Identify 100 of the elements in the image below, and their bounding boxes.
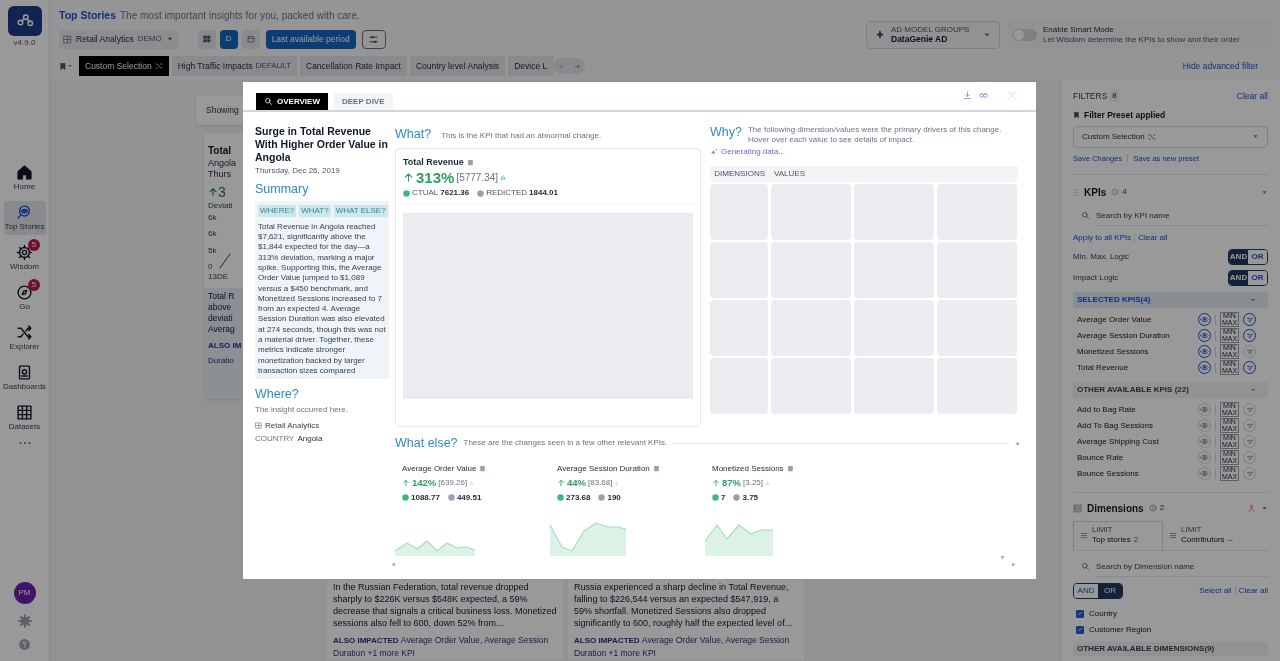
logic-label: Impact Logic [1073, 271, 1119, 284]
view-mode-button[interactable] [197, 29, 216, 49]
drag-handle-icon[interactable] [1073, 187, 1079, 197]
up-arrow-icon [208, 187, 218, 197]
preset-tab[interactable]: Device L [508, 56, 554, 76]
period-button[interactable]: Last available period [265, 29, 356, 49]
logic-toggle[interactable]: OR [1098, 583, 1122, 598]
settings-button[interactable] [361, 29, 386, 49]
filter-icon [1245, 453, 1254, 462]
left-arrow-icon[interactable] [557, 62, 565, 70]
section-heading: What? [395, 126, 432, 143]
logic-toggle[interactable]: AND [1229, 270, 1248, 285]
close-icon[interactable] [1007, 89, 1018, 101]
delta-value: [639.26] [438, 476, 468, 489]
scroll-up-icon[interactable] [1015, 440, 1020, 446]
checkbox[interactable] [1076, 609, 1084, 618]
user-avatar[interactable]: PM [13, 582, 36, 604]
section-heading: What else? [395, 434, 458, 452]
nav-item[interactable]: Datasets [3, 401, 46, 435]
settings-icon[interactable] [17, 614, 32, 628]
download-icon[interactable] [963, 90, 972, 100]
toggle-description: Let Wisdom determine the KPIs to show and their order [1043, 35, 1240, 45]
section-description: The insight occurred here. [255, 403, 349, 416]
clear-all-link[interactable]: Clear all [1236, 90, 1268, 103]
group-header[interactable]: SELECTED KPIS(4) [1073, 291, 1268, 308]
actual-icon [402, 494, 409, 502]
logic-toggle[interactable]: OR [1248, 249, 1267, 264]
hide-filter-link[interactable]: Hide advanced filter [1182, 59, 1258, 73]
kpi-name: Bounce Rate [1077, 451, 1125, 464]
story-summary: Russia experienced a sharp decline in Total Revenue, falling to $226,544 versus an expected $547,919, a 59% shortfall. Monetized Sessions also dropped significantly to 600, roughly half the expected level of... [574, 581, 794, 629]
nav-item[interactable]: Home [3, 161, 46, 195]
right-arrow-icon[interactable] [573, 62, 581, 70]
search-field[interactable]: Search by Dimension name [1096, 556, 1268, 577]
scroll-left-icon[interactable] [391, 561, 396, 567]
preset-tab[interactable]: Cancellation Rate Impact [300, 56, 407, 76]
sliders-icon [368, 33, 380, 45]
branch-icon[interactable] [1247, 503, 1256, 513]
kpi-name: Average Order Value [1077, 313, 1153, 326]
view-mode-button[interactable] [241, 29, 260, 49]
nav-item[interactable]: Explorer [3, 321, 46, 355]
limit-label: LIMIT [1092, 525, 1114, 535]
dialog-tab[interactable]: DEEP DIVE [334, 93, 393, 110]
scroll-right-icon[interactable] [1011, 561, 1016, 567]
group-header[interactable]: OTHER AVAILABLE KPIS (22) [1073, 381, 1268, 398]
eye-icon [1200, 469, 1209, 479]
limit-tab[interactable]: LIMIT Top stories 2 [1073, 520, 1163, 550]
summary-chip[interactable]: WHERE? [258, 204, 297, 217]
filter-icon [1245, 363, 1254, 372]
frame-icon [1073, 503, 1082, 513]
kpi-name: Total Revenue [1077, 361, 1130, 374]
filters-title: FILTERS [1073, 90, 1108, 103]
toggle-switch[interactable] [1013, 29, 1037, 41]
caret-icon [1261, 188, 1268, 196]
nav-item[interactable]: Top Stories [3, 201, 46, 235]
dataset-dropdown[interactable]: Retail Analytics DEMO [59, 29, 178, 49]
scroll-down-icon[interactable] [1000, 554, 1005, 560]
checkbox[interactable] [1076, 625, 1084, 634]
dialog-tab[interactable]: OVERVIEW [256, 93, 328, 110]
summary-chip[interactable]: WHAT? [299, 204, 331, 217]
preset-tab[interactable]: High Traffic Impacts DEFAULT [171, 56, 297, 76]
clear-all-link[interactable]: Clear all [1138, 231, 1168, 244]
actual-icon [403, 189, 410, 197]
line-chart [219, 253, 232, 269]
limit-tab[interactable]: LIMIT Contributors -- [1163, 520, 1253, 550]
kpi-name: Bounce Sessions [1077, 467, 1140, 480]
preset-tab[interactable]: Country level Analysis [409, 56, 506, 76]
logic-toggle[interactable]: AND [1229, 249, 1248, 264]
story-summary: In the Russian Federation, total revenue dropped sharply to $226K versus $548K expected, a 59% decrease that signals a critical business loss. Monetized sessions also fell to 600, down 52% from... [333, 581, 557, 629]
caret-icon [1250, 386, 1256, 393]
preset-dropdown[interactable]: Custom Selection [1073, 125, 1268, 148]
section-description: These are the changes seen in a few other relevant KPIs. [463, 437, 668, 450]
predicted-label: REDICTED [486, 187, 528, 200]
model-group-dropdown[interactable]: AD MODEL GROUPS DataGenie AD [866, 21, 1000, 49]
apply-all-link[interactable]: Apply to all KPIs [1073, 231, 1132, 244]
bookmark-dropdown[interactable] [59, 61, 73, 71]
clear-all-link[interactable]: Clear all [1238, 584, 1268, 597]
also-impacted-text: ALSO IMPACTED Average Order Value, Average Session Duration +1 more KPI [333, 634, 550, 660]
group-title: SELECTED KPIS(4) [1077, 293, 1151, 306]
preset-tab[interactable]: Custom Selection [79, 56, 169, 76]
link-icon[interactable] [978, 90, 989, 100]
nav-item[interactable]: Dashboards [3, 361, 46, 395]
group-header[interactable]: OTHER AVAILABLE DIMENSIONS(9) [1073, 641, 1268, 656]
app-logo [7, 6, 42, 36]
predicted-icon [477, 189, 485, 197]
nav-item[interactable]: 5 Go [3, 281, 46, 315]
nav-item[interactable]: 5 Wisdom [3, 241, 46, 275]
logic-toggle[interactable]: OR [1248, 270, 1267, 285]
view-mode-button[interactable]: D [219, 29, 238, 49]
logic-toggle[interactable]: AND [1074, 583, 1098, 598]
caret-icon [1250, 296, 1256, 303]
select-all-link[interactable]: Select all [1199, 584, 1232, 597]
column-header: DIMENSIONS [713, 168, 766, 180]
help-icon[interactable] [18, 638, 31, 651]
sparkline [705, 523, 773, 556]
filter-icon [1245, 469, 1254, 478]
summary-chip[interactable]: WHAT ELSE? [333, 204, 388, 217]
table-icon [16, 404, 33, 421]
card-title: Total [208, 144, 232, 158]
axis-tick: 5k [208, 245, 217, 255]
search-field[interactable]: Search by KPI name [1096, 205, 1268, 226]
